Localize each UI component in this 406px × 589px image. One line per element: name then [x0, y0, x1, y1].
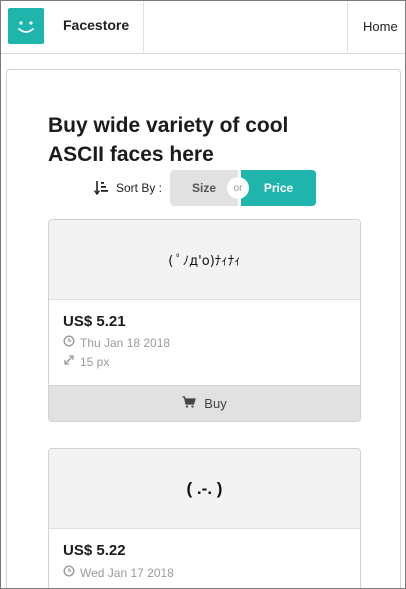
resize-arrows-icon: [63, 354, 80, 369]
nav-divider: [347, 1, 348, 54]
sort-amount-icon: [93, 180, 110, 201]
app-window: Facestore Home Buy wide variety of cool …: [0, 0, 406, 589]
buy-button-label: Buy: [204, 396, 227, 411]
navbar: Facestore Home: [1, 1, 405, 54]
home-link[interactable]: Home: [363, 19, 398, 34]
ascii-face: ( ﾟﾉд'o)ﾅｨﾅｨ: [168, 254, 241, 269]
sort-label: Sort By :: [116, 181, 163, 195]
product-date: Wed Jan 17 2018: [63, 565, 174, 580]
product-price: US$ 5.22: [63, 542, 126, 559]
face-preview: ( ﾟﾉд'o)ﾅｨﾅｨ: [49, 220, 360, 300]
sort-toggle-group: Size Price or: [170, 170, 316, 206]
smiley-icon[interactable]: [8, 8, 44, 44]
product-price: US$ 5.21: [63, 313, 126, 330]
buy-button[interactable]: Buy: [49, 385, 360, 421]
product-size-text: 15 px: [80, 354, 110, 369]
product-date-text: Thu Jan 18 2018: [80, 335, 171, 350]
brand-name[interactable]: Facestore: [63, 17, 129, 33]
clock-icon: [63, 565, 80, 580]
product-card: ( .-. ) US$ 5.22 Wed Jan 17 2018: [48, 448, 361, 588]
product-size: 15 px: [63, 354, 109, 369]
sort-price-button[interactable]: Price: [241, 170, 316, 206]
shopping-cart-icon: [182, 396, 204, 411]
page-title: Buy wide variety of cool ASCII faces her…: [48, 114, 289, 166]
nav-divider: [143, 1, 144, 54]
product-date-text: Wed Jan 17 2018: [80, 565, 174, 580]
product-date: Thu Jan 18 2018: [63, 335, 170, 350]
clock-icon: [63, 335, 80, 350]
or-separator: or: [227, 177, 249, 199]
ascii-face: ( .-. ): [186, 478, 223, 498]
product-card: ( ﾟﾉд'o)ﾅｨﾅｨ US$ 5.21 Thu Jan 18 2018 15…: [48, 219, 361, 422]
face-preview: ( .-. ): [49, 449, 360, 529]
